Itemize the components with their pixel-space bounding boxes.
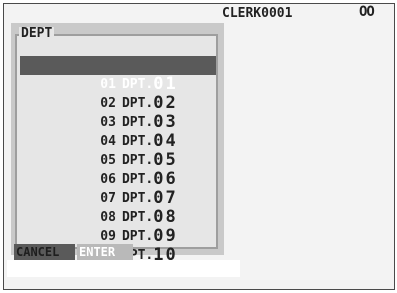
dept-code: 03 xyxy=(153,112,178,132)
dept-number: 02 xyxy=(100,96,116,111)
dept-number: 04 xyxy=(100,134,116,149)
dept-name: DPT.01 xyxy=(121,74,178,94)
dept-name: DPT.03 xyxy=(121,112,178,132)
dept-code: 04 xyxy=(153,131,178,151)
dept-code: 02 xyxy=(153,93,178,113)
dept-name: DPT.05 xyxy=(121,150,178,170)
dept-window-frame: 01 DPT.01 02 DPT.02 03 DPT.03 04 DPT.04 05 DP… xyxy=(15,34,218,265)
dept-number: 07 xyxy=(100,191,116,206)
mode-indicator: OO xyxy=(359,4,375,20)
dept-name: DPT.08 xyxy=(121,207,178,227)
input-line[interactable] xyxy=(7,260,240,277)
dept-name: DPT.02 xyxy=(121,93,178,113)
dept-name: DPT.07 xyxy=(121,188,178,208)
dept-code: 06 xyxy=(153,169,178,189)
dept-code: 09 xyxy=(153,226,178,246)
dept-number: 08 xyxy=(100,210,116,225)
dept-code: 05 xyxy=(153,150,178,170)
dept-code: 07 xyxy=(153,188,178,208)
status-bar: CLERK0001 OO xyxy=(4,4,394,22)
dept-code: 08 xyxy=(153,207,178,227)
cancel-button[interactable]: CANCEL xyxy=(14,244,75,261)
dept-number: 05 xyxy=(100,153,116,168)
dept-number: 03 xyxy=(100,115,116,130)
dept-number: 06 xyxy=(100,172,116,187)
dept-list: 01 DPT.01 02 DPT.02 03 DPT.03 04 DPT.04 05 DP… xyxy=(20,56,216,265)
window-title: DEPT xyxy=(19,26,55,41)
dept-code: 01 xyxy=(153,74,178,94)
dept-name: DPT.04 xyxy=(121,131,178,151)
dept-name: DPT.06 xyxy=(121,169,178,189)
dept-number: 01 xyxy=(100,77,116,92)
dept-window: 01 DPT.01 02 DPT.02 03 DPT.03 04 DPT.04 05 DP… xyxy=(11,23,224,265)
dept-item[interactable]: 01 DPT.01 xyxy=(20,56,216,94)
clerk-id: CLERK0001 xyxy=(222,6,293,21)
enter-button[interactable]: ENTER xyxy=(77,244,133,261)
pos-screen: CLERK0001 OO 01 DPT.01 02 DPT.02 03 DPT.03 … xyxy=(3,3,395,290)
